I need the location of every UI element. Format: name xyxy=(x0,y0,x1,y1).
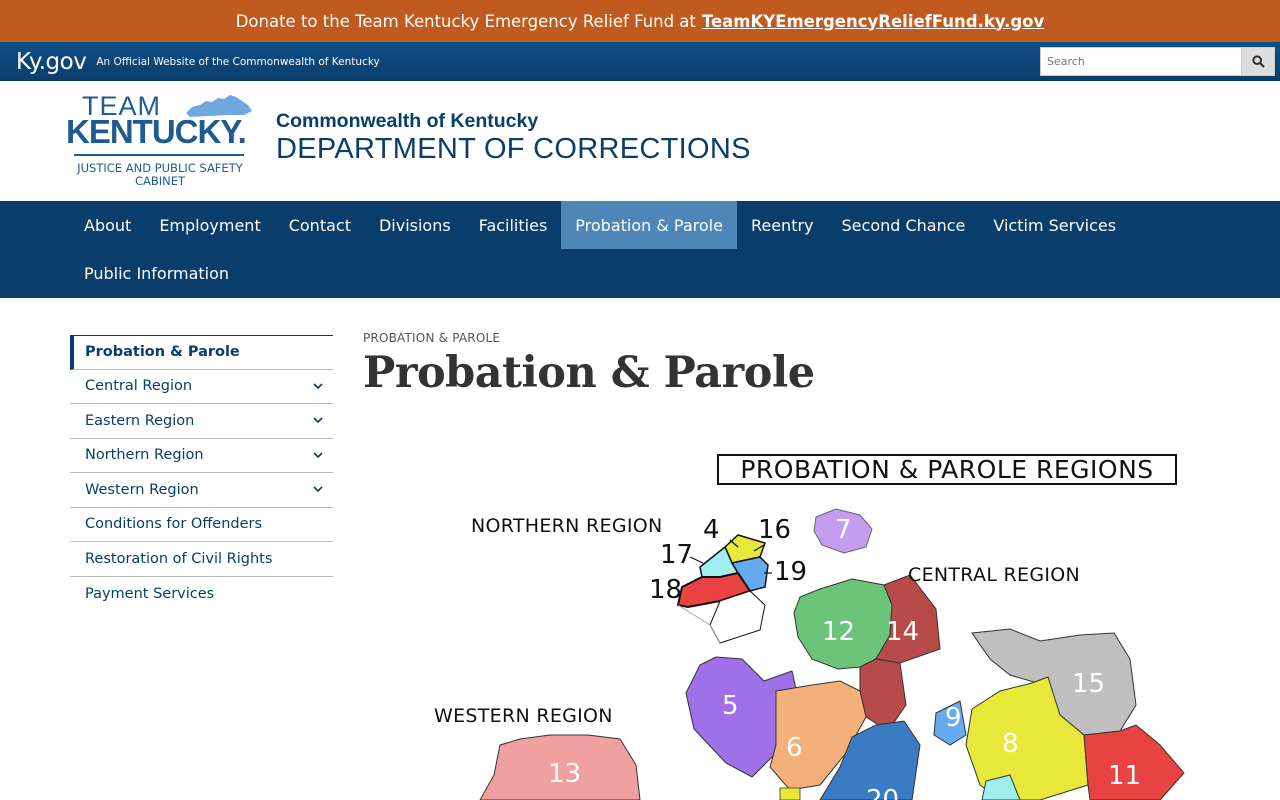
main-nav: About Employment Contact Divisions Facil… xyxy=(0,201,1280,298)
chevron-down-icon[interactable] xyxy=(311,379,325,393)
district-19-label: 19 xyxy=(774,557,808,587)
nav-employment[interactable]: Employment xyxy=(145,201,274,249)
district-11-label: 11 xyxy=(1108,761,1142,791)
northern-region-label: NORTHERN REGION xyxy=(471,515,663,537)
sidebar-item-restoration[interactable]: Restoration of Civil Rights xyxy=(70,542,333,577)
map-title: PROBATION & PAROLE REGIONS xyxy=(717,454,1177,485)
sidebar-item-probation-parole[interactable]: Probation & Parole xyxy=(70,335,333,370)
district-5-label: 5 xyxy=(722,691,739,721)
district-8-label: 8 xyxy=(1002,729,1019,759)
chevron-down-icon[interactable] xyxy=(311,414,325,428)
district-6-label: 6 xyxy=(786,733,803,763)
district-14b-shape xyxy=(859,658,907,732)
district-20-label: 20 xyxy=(866,785,900,800)
breadcrumb: PROBATION & PAROLE xyxy=(363,331,501,345)
district-14-label: 14 xyxy=(886,617,920,647)
regions-map-graphic xyxy=(479,508,1185,800)
sidebar-item-label: Probation & Parole xyxy=(85,344,240,361)
sidebar-item-label: Conditions for Offenders xyxy=(85,516,263,533)
nav-reentry[interactable]: Reentry xyxy=(737,201,828,249)
sidebar-item-western-region[interactable]: Western Region xyxy=(70,473,333,508)
team-kentucky-logo[interactable]: TEAM KENTUCKY. JUSTICE AND PUBLIC SAFETY… xyxy=(66,91,256,191)
donate-text: Donate to the Team Kentucky Emergency Re… xyxy=(235,11,696,31)
sidebar-item-label: Eastern Region xyxy=(85,412,195,429)
search-input[interactable] xyxy=(1040,47,1242,76)
chevron-down-icon[interactable] xyxy=(311,448,325,462)
kygov-logo[interactable]: Ky.gov xyxy=(16,49,87,75)
nav-victim-services[interactable]: Victim Services xyxy=(979,201,1130,249)
donate-link[interactable]: TeamKYEmergencyReliefFund.ky.gov xyxy=(702,12,1044,31)
sidebar-item-label: Central Region xyxy=(85,378,193,395)
district-16-label: 16 xyxy=(758,515,792,545)
dept-commonwealth: Commonwealth of Kentucky xyxy=(276,110,539,132)
district-18-label: 18 xyxy=(649,575,683,605)
sidebar-item-payment[interactable]: Payment Services xyxy=(70,577,333,612)
nav-probation-parole[interactable]: Probation & Parole xyxy=(561,201,737,249)
sidebar-item-central-region[interactable]: Central Region xyxy=(70,370,333,404)
nav-second-chance[interactable]: Second Chance xyxy=(828,201,980,249)
search-box xyxy=(1040,47,1275,76)
kygov-bar: Ky.gov An Official Website of the Common… xyxy=(0,42,1280,81)
site-header: TEAM KENTUCKY. JUSTICE AND PUBLIC SAFETY… xyxy=(0,81,1280,201)
district-15-label: 15 xyxy=(1072,669,1106,699)
search-button[interactable] xyxy=(1242,47,1275,76)
sidebar-item-label: Western Region xyxy=(85,481,199,498)
chevron-down-icon[interactable] xyxy=(311,483,325,497)
donate-banner: Donate to the Team Kentucky Emergency Re… xyxy=(0,0,1280,42)
district-13-label: 13 xyxy=(548,759,582,789)
nav-divisions[interactable]: Divisions xyxy=(365,201,465,249)
logo-kentucky-text: KENTUCKY. xyxy=(66,113,247,150)
sidebar-item-eastern-region[interactable]: Eastern Region xyxy=(70,404,333,439)
sidebar-item-conditions[interactable]: Conditions for Offenders xyxy=(70,508,333,542)
page-title: Probation & Parole xyxy=(363,348,815,398)
regions-map: PROBATION & PAROLE REGIONS NORTHERN REGI… xyxy=(420,445,1200,800)
nav-public-information[interactable]: Public Information xyxy=(70,249,243,297)
district-9-label: 9 xyxy=(945,703,962,733)
dept-title[interactable]: DEPARTMENT OF CORRECTIONS xyxy=(276,133,751,166)
kygov-tagline: An Official Website of the Commonwealth … xyxy=(96,55,380,68)
sidebar-item-label: Restoration of Civil Rights xyxy=(85,550,273,567)
nav-contact[interactable]: Contact xyxy=(275,201,365,249)
search-icon xyxy=(1251,55,1265,68)
western-region-label: WESTERN REGION xyxy=(434,705,613,727)
sidebar-item-northern-region[interactable]: Northern Region xyxy=(70,439,333,473)
nav-facilities[interactable]: Facilities xyxy=(465,201,562,249)
logo-subtitle: JUSTICE AND PUBLIC SAFETY CABINET xyxy=(77,161,243,188)
sidebar-nav: Probation & Parole Central Region Easter… xyxy=(70,335,333,611)
logo-divider xyxy=(74,154,244,156)
sidebar-item-label: Payment Services xyxy=(85,585,215,602)
district-4-label: 4 xyxy=(703,515,720,545)
central-region-label: CENTRAL REGION xyxy=(908,564,1081,586)
nav-about[interactable]: About xyxy=(70,201,145,249)
district-17-label: 17 xyxy=(660,540,694,570)
district-12-label: 12 xyxy=(822,617,856,647)
sidebar-item-label: Northern Region xyxy=(85,447,204,464)
district-7-label: 7 xyxy=(835,515,852,545)
